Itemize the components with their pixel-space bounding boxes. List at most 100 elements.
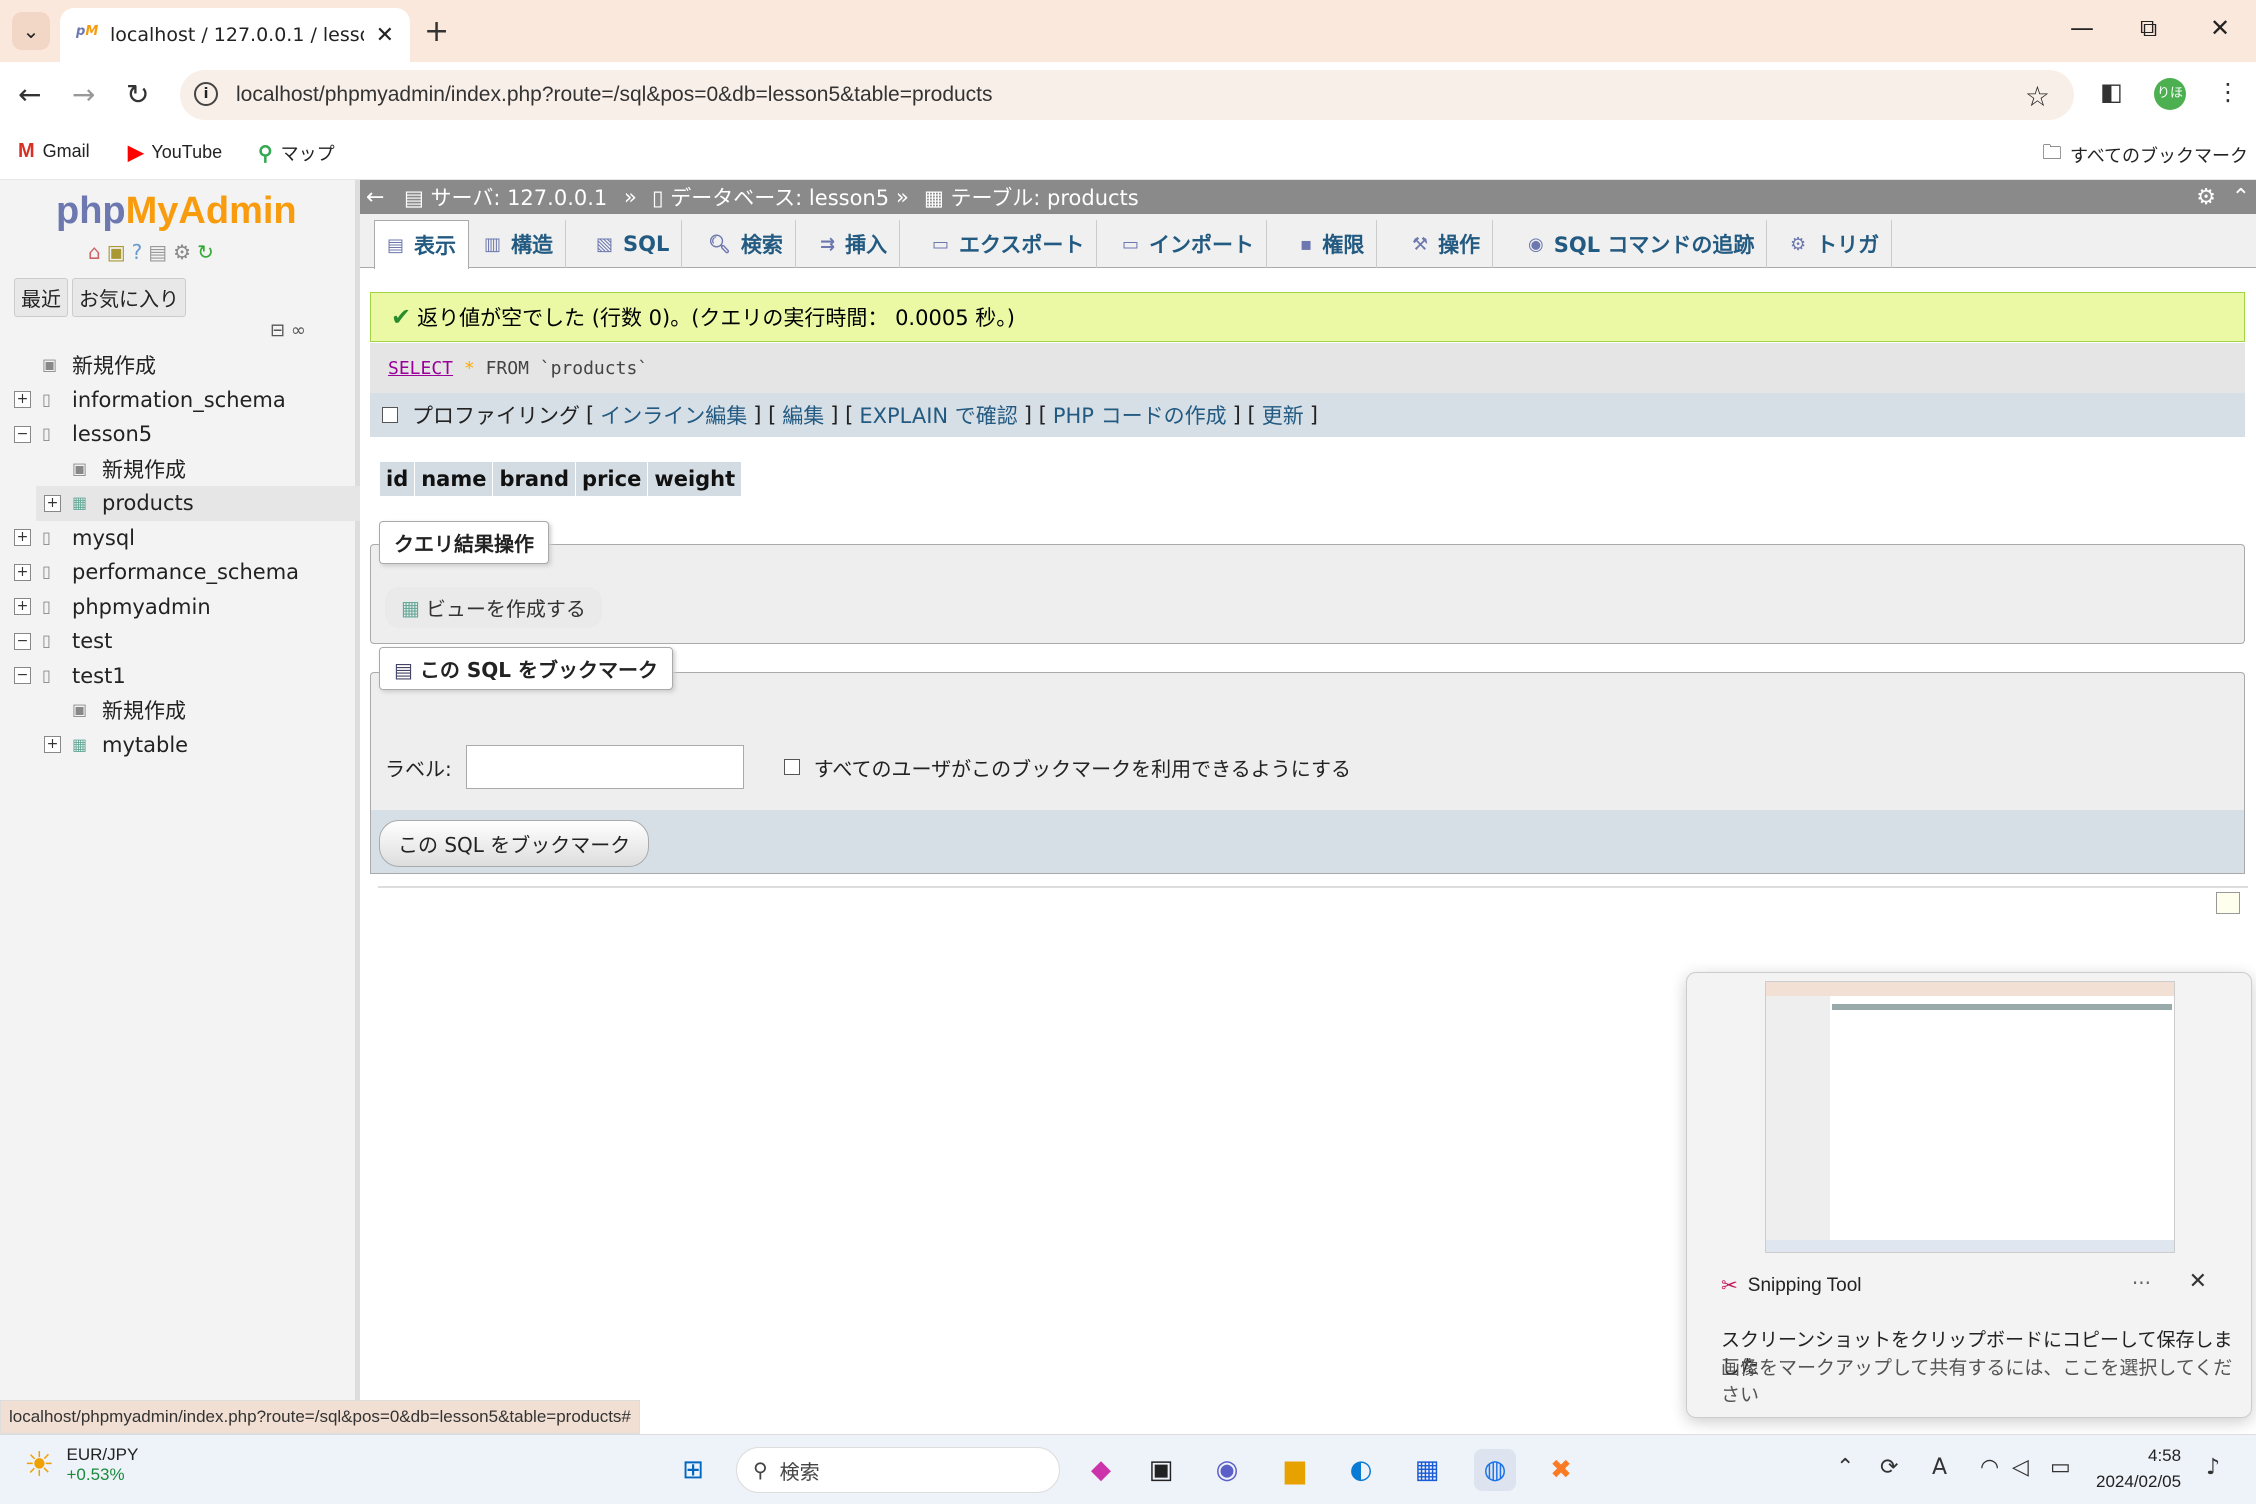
settings-icon[interactable]: ⚙ — [173, 240, 191, 264]
tab-sql[interactable]: ▧ SQL — [584, 220, 683, 268]
breadcrumb-table[interactable]: ▦ テーブル: products — [924, 182, 1139, 212]
collapse-icon[interactable]: ⌃ — [2232, 185, 2250, 210]
tree-item-products[interactable]: + ▦ products — [36, 486, 360, 521]
column-header[interactable]: name — [415, 462, 494, 496]
collapse-icon[interactable]: − — [14, 667, 31, 685]
tree-item-information-schema[interactable]: + ▯ information_schema — [0, 383, 360, 418]
address-bar[interactable]: i localhost/phpmyadmin/index.php?route=/… — [180, 70, 2074, 120]
tab-tracking[interactable]: ◉ SQL コマンドの追跡 — [1516, 220, 1768, 268]
logout-icon[interactable]: ▣ — [107, 240, 126, 264]
docs-icon[interactable]: ▤ — [148, 240, 167, 264]
column-header[interactable]: price — [576, 462, 649, 496]
tab-operations[interactable]: ⚒ 操作 — [1400, 220, 1494, 268]
tree-item-lesson5-new[interactable]: ▣ 新規作成 — [0, 452, 360, 487]
ime-icon[interactable]: A — [1932, 1455, 1947, 1480]
task-view-icon[interactable]: ▣ — [1140, 1449, 1182, 1491]
xampp-icon[interactable]: ✖ — [1540, 1449, 1582, 1491]
expand-icon[interactable]: + — [14, 563, 31, 581]
taskbar-search[interactable]: ⚲ 検索 — [736, 1447, 1060, 1493]
file-explorer-icon[interactable]: ▆ — [1274, 1449, 1316, 1491]
expand-icon[interactable]: + — [14, 598, 31, 616]
sql-keyword-select[interactable]: SELECT — [388, 358, 453, 379]
close-tab-icon[interactable]: ✕ — [376, 23, 394, 48]
column-header[interactable]: brand — [493, 462, 577, 496]
tree-item-phpmyadmin[interactable]: + ▯ phpmyadmin — [0, 590, 360, 625]
browser-tab[interactable]: pM localhost / 127.0.0.1 / lesson5 / ✕ — [60, 8, 410, 62]
tree-item-lesson5[interactable]: − ▯ lesson5 — [0, 417, 360, 452]
collapse-all-icon[interactable]: ⊟ — [270, 320, 285, 341]
wifi-icon[interactable]: ◠ — [1980, 1455, 1999, 1480]
bookmark-label-input[interactable] — [465, 745, 744, 789]
back-icon[interactable]: ← — [18, 78, 41, 111]
edge-icon[interactable]: ◐ — [1340, 1449, 1382, 1491]
collapse-icon[interactable]: − — [14, 632, 31, 650]
tab-list-button[interactable]: ⌄ — [12, 12, 50, 50]
copilot-icon[interactable]: ◆ — [1080, 1449, 1122, 1491]
chrome-icon[interactable]: ◍ — [1474, 1449, 1516, 1491]
all-bookmarks[interactable]: 🗀 すべてのブックマーク — [2042, 138, 2248, 172]
bookmark-submit-button[interactable]: この SQL をブックマーク — [379, 820, 650, 867]
tab-insert[interactable]: ⇉ 挿入 — [808, 220, 901, 268]
favorites-tab[interactable]: お気に入り — [72, 278, 186, 317]
volume-icon[interactable]: ◁ — [2012, 1455, 2029, 1480]
column-header[interactable]: id — [380, 462, 416, 496]
collapse-icon[interactable]: − — [14, 425, 31, 443]
more-menu-icon[interactable]: ⋮ — [2216, 78, 2240, 106]
bookmark-star-icon[interactable]: ☆ — [2025, 80, 2050, 113]
side-panel-icon[interactable]: ◧ — [2100, 78, 2123, 106]
tray-chevron-icon[interactable]: ⌃ — [1836, 1455, 1854, 1480]
profiling-checkbox[interactable] — [382, 407, 398, 423]
refresh-icon[interactable]: ↻ — [197, 240, 214, 264]
tab-triggers[interactable]: ⚙ トリガ — [1778, 220, 1893, 268]
clock[interactable]: 4:58 2024/02/05 — [2096, 1443, 2181, 1495]
reload-icon[interactable]: ↻ — [126, 78, 149, 111]
home-icon[interactable]: ⌂ — [88, 240, 101, 264]
window-close-icon[interactable]: ✕ — [2210, 14, 2230, 42]
tree-item-test[interactable]: − ▯ test — [0, 624, 360, 659]
bookmark-gmail[interactable]: M Gmail — [18, 140, 90, 163]
explain-link[interactable]: EXPLAIN で確認 — [859, 400, 1017, 430]
tree-item-test1[interactable]: − ▯ test1 — [0, 659, 360, 694]
expand-icon[interactable]: + — [14, 529, 31, 547]
back-arrow-icon[interactable]: ← — [366, 185, 384, 210]
breadcrumb-server[interactable]: ▤ サーバ: 127.0.0.1 — [404, 182, 607, 212]
column-header[interactable]: weight — [648, 462, 743, 496]
tree-item-new[interactable]: ▣ 新規作成 — [0, 348, 360, 383]
tab-browse[interactable]: ▤ 表示 — [374, 220, 470, 269]
bookmark-youtube[interactable]: ▶ YouTube — [128, 140, 222, 165]
more-options-icon[interactable]: ··· — [2132, 1271, 2151, 1295]
tab-structure[interactable]: ▥ 構造 — [472, 220, 567, 268]
forward-icon[interactable]: → — [72, 78, 95, 111]
edit-link[interactable]: 編集 — [782, 400, 824, 430]
expand-icon[interactable]: + — [14, 391, 31, 409]
phpmyadmin-logo[interactable]: phpMyAdmin — [56, 190, 297, 233]
settings-icon[interactable]: ⚙ — [2196, 185, 2216, 210]
tree-item-mytable[interactable]: + ▦ mytable — [0, 728, 360, 763]
tree-item-test1-new[interactable]: ▣ 新規作成 — [0, 693, 360, 728]
notification-bell-icon[interactable]: ♪ — [2206, 1455, 2220, 1480]
sync-icon[interactable]: ⟳ — [1880, 1455, 1898, 1480]
refresh-link[interactable]: 更新 — [1262, 400, 1304, 430]
close-icon[interactable]: ✕ — [2189, 1269, 2207, 1294]
expand-icon[interactable]: + — [44, 736, 61, 754]
php-code-link[interactable]: PHP コードの作成 — [1053, 400, 1227, 430]
tree-item-mysql[interactable]: + ▯ mysql — [0, 521, 360, 556]
tab-import[interactable]: ▭ インポート — [1110, 220, 1268, 268]
tab-privileges[interactable]: ▪ 権限 — [1288, 220, 1378, 268]
console-icon[interactable] — [2216, 892, 2240, 914]
start-icon[interactable]: ⊞ — [672, 1449, 714, 1491]
site-info-icon[interactable]: i — [194, 82, 218, 106]
create-view-button[interactable]: ▦ ビューを作成する — [385, 587, 602, 628]
tree-item-performance-schema[interactable]: + ▯ performance_schema — [0, 555, 360, 590]
expand-icon[interactable]: + — [44, 494, 61, 512]
help-icon[interactable]: ? — [132, 240, 143, 264]
chat-icon[interactable]: ◉ — [1206, 1449, 1248, 1491]
profile-avatar[interactable]: りほ — [2154, 78, 2186, 110]
store-icon[interactable]: ▦ — [1406, 1449, 1448, 1491]
breadcrumb-database[interactable]: ▯ データベース: lesson5 — [652, 182, 889, 212]
restore-icon[interactable]: ⧉ — [2140, 14, 2157, 42]
snipping-tool-notification[interactable]: ✂ Snipping Tool ··· ✕ スクリーンショットをクリップボードに… — [1686, 972, 2252, 1418]
battery-icon[interactable]: ▭ — [2050, 1455, 2071, 1480]
minimize-icon[interactable]: — — [2070, 14, 2094, 42]
recent-tab[interactable]: 最近 — [14, 278, 68, 317]
